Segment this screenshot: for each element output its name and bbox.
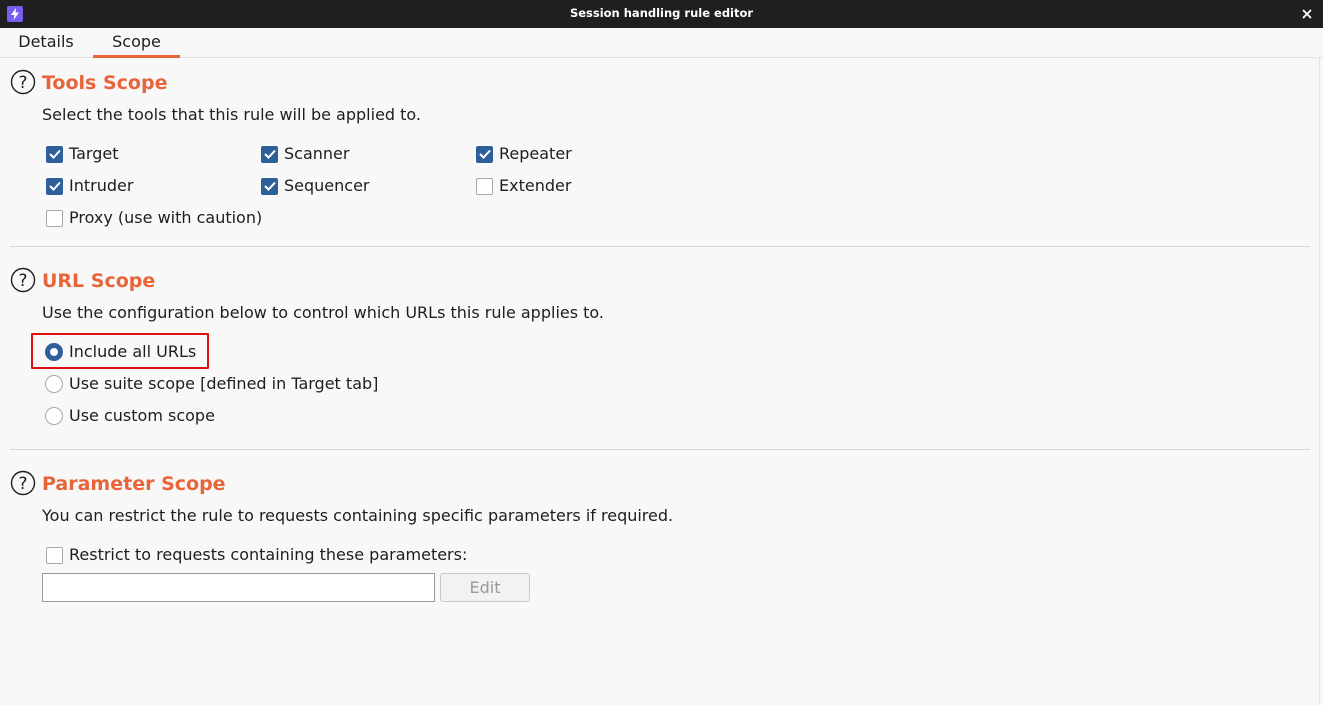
tool-label: Scanner: [284, 144, 350, 163]
tool-label: Intruder: [69, 176, 134, 195]
tools-scope-description: Select the tools that this rule will be …: [42, 105, 422, 124]
url-scope-title: URL Scope: [42, 270, 156, 292]
svg-text:?: ?: [18, 271, 27, 291]
section-divider: [10, 246, 1310, 247]
checkbox-unchecked-icon: [46, 546, 63, 564]
checkbox-checked-icon: [261, 177, 278, 195]
checkbox-checked-icon: [476, 145, 493, 163]
checkbox-checked-icon: [46, 177, 63, 195]
url-scope-description: Use the configuration below to control w…: [42, 303, 605, 322]
tool-checkbox-scanner[interactable]: Scanner: [261, 143, 349, 165]
tool-label: Target: [69, 144, 119, 163]
restrict-parameters-label: Restrict to requests containing these pa…: [69, 545, 468, 564]
tool-checkbox-repeater[interactable]: Repeater: [476, 143, 572, 165]
tab-scope[interactable]: Scope: [93, 33, 180, 58]
tab-details[interactable]: Details: [10, 33, 82, 58]
parameters-input[interactable]: [42, 573, 435, 602]
panel-edge: [1319, 58, 1320, 705]
tab-bar: Details Scope: [0, 28, 1323, 58]
svg-text:?: ?: [18, 474, 27, 494]
tools-scope-title: Tools Scope: [42, 72, 168, 94]
svg-text:?: ?: [18, 73, 27, 93]
help-icon[interactable]: ?: [10, 267, 36, 293]
tool-checkbox-target[interactable]: Target: [46, 143, 119, 165]
tool-label: Sequencer: [284, 176, 370, 195]
tool-label: Proxy (use with caution): [69, 208, 263, 227]
tool-checkbox-proxy[interactable]: Proxy (use with caution): [46, 207, 262, 229]
radio-use-custom-scope[interactable]: Use custom scope: [45, 405, 215, 427]
tool-label: Repeater: [499, 144, 572, 163]
tool-checkbox-sequencer[interactable]: Sequencer: [261, 175, 370, 197]
checkbox-unchecked-icon: [46, 209, 63, 227]
radio-label: Use custom scope: [69, 406, 215, 425]
radio-selected-icon: [45, 343, 63, 361]
close-icon[interactable]: [1299, 6, 1315, 22]
parameter-scope-title: Parameter Scope: [42, 473, 226, 495]
help-icon[interactable]: ?: [10, 470, 36, 496]
tool-checkbox-extender[interactable]: Extender: [476, 175, 571, 197]
radio-include-all-urls[interactable]: Include all URLs: [45, 341, 196, 363]
title-bar: Session handling rule editor: [0, 0, 1323, 28]
window-title: Session handling rule editor: [569, 6, 754, 20]
section-divider: [10, 449, 1310, 450]
checkbox-checked-icon: [46, 145, 63, 163]
radio-unselected-icon: [45, 407, 63, 425]
tool-label: Extender: [499, 176, 572, 195]
radio-use-suite-scope[interactable]: Use suite scope [defined in Target tab]: [45, 373, 378, 395]
restrict-parameters-checkbox[interactable]: Restrict to requests containing these pa…: [46, 544, 467, 566]
radio-unselected-icon: [45, 375, 63, 393]
help-icon[interactable]: ?: [10, 69, 36, 95]
checkbox-unchecked-icon: [476, 177, 493, 195]
radio-label: Include all URLs: [69, 342, 197, 361]
radio-label: Use suite scope [defined in Target tab]: [69, 374, 379, 393]
tool-checkbox-intruder[interactable]: Intruder: [46, 175, 133, 197]
parameter-scope-description: You can restrict the rule to requests co…: [42, 506, 674, 525]
edit-button[interactable]: Edit: [440, 573, 530, 602]
checkbox-checked-icon: [261, 145, 278, 163]
